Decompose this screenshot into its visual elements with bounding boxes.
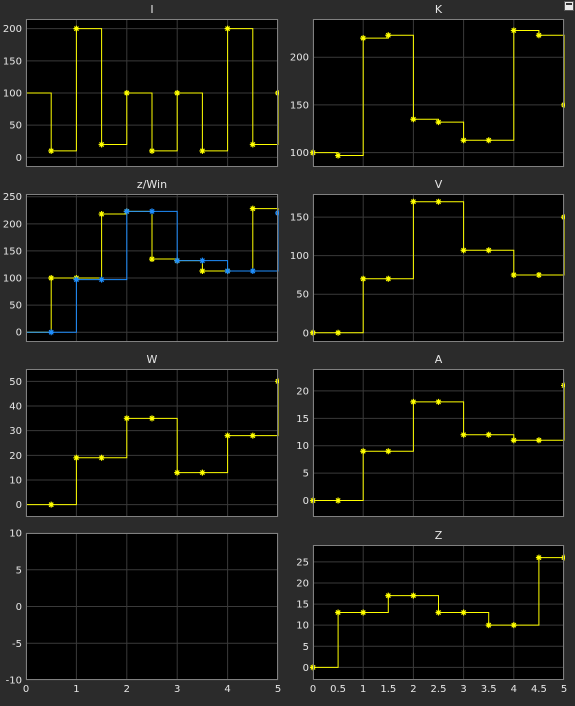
x-tick-label: 1.5 <box>380 684 396 695</box>
data-point-marker <box>535 554 542 561</box>
y-tick-label: 10 <box>296 441 309 452</box>
axes-W: 0 10 20 30 40 50 W <box>9 353 279 517</box>
data-point-marker <box>73 25 80 32</box>
undock-icon[interactable] <box>564 1 574 11</box>
data-point-marker <box>460 431 467 438</box>
y-tick-label: 100 <box>290 148 309 159</box>
y-tick-label: 50 <box>9 377 22 388</box>
y-tick-label: 25 <box>296 557 309 568</box>
y-tick-label: 250 <box>3 192 22 203</box>
y-tick-label: 100 <box>290 251 309 262</box>
y-tick-label: 30 <box>9 426 22 437</box>
y-tick-label: 50 <box>9 121 22 132</box>
y-tick-label: 50 <box>296 290 309 301</box>
y-tick-label: 150 <box>290 213 309 224</box>
axes-background <box>313 194 564 342</box>
axes-title: W <box>147 353 158 366</box>
y-tick-label: 0 <box>303 663 309 674</box>
x-tick-label: 3.5 <box>481 684 497 695</box>
x-tick-label: 2 <box>410 684 416 695</box>
y-tick-label: 150 <box>3 56 22 67</box>
axes-title: V <box>435 178 443 191</box>
y-tick-label: -5 <box>12 639 22 650</box>
x-tick-label: 0 <box>310 684 316 695</box>
axes-background <box>313 19 564 167</box>
y-tick-label: 15 <box>296 414 309 425</box>
y-tick-label: 5 <box>303 642 309 653</box>
y-tick-label: 0 <box>16 602 22 613</box>
data-point-marker <box>535 271 542 278</box>
axes-title: z/Win <box>137 178 167 191</box>
x-tick-label: 1 <box>73 684 79 695</box>
axes-K: 100 150 200 K <box>290 3 565 167</box>
y-tick-label: 100 <box>3 89 22 100</box>
x-tick-label: 3 <box>174 684 180 695</box>
data-point-marker <box>98 276 105 283</box>
scope-figure: 0 50 100 150 200 I 100 150 200 K 0 50 100 150 200 250 z/… <box>0 0 575 702</box>
data-point-marker <box>410 592 417 599</box>
data-point-marker <box>535 32 542 39</box>
y-tick-label: 200 <box>3 219 22 230</box>
y-tick-label: 10 <box>296 621 309 632</box>
data-point-marker <box>335 329 342 336</box>
x-tick-label: 4.5 <box>531 684 547 695</box>
axes-I: 0 50 100 150 200 I <box>3 3 279 167</box>
y-tick-label: 0 <box>303 496 309 507</box>
y-tick-label: 20 <box>296 578 309 589</box>
data-point-marker <box>460 609 467 616</box>
x-tick-label: 5 <box>561 684 567 695</box>
plots-svg: 050100150200I100150200K050100150200250z/… <box>3 3 567 696</box>
y-tick-label: 10 <box>9 476 22 487</box>
axes-title: A <box>435 353 443 366</box>
y-tick-label: 15 <box>296 600 309 611</box>
data-point-marker <box>48 275 55 282</box>
y-tick-label: 200 <box>290 53 309 64</box>
x-tick-label: 4 <box>511 684 517 695</box>
axes-background <box>26 369 278 517</box>
x-tick-label: 4 <box>224 684 230 695</box>
data-point-marker <box>98 211 105 218</box>
y-tick-label: 0 <box>303 328 309 339</box>
x-tick-label: 5 <box>275 684 281 695</box>
x-tick-label: 2.5 <box>431 684 447 695</box>
data-point-marker <box>435 398 442 405</box>
x-tick-label: 2 <box>124 684 130 695</box>
data-point-marker <box>48 329 55 336</box>
axes-A: 0 5 10 15 20 A <box>296 353 565 517</box>
y-tick-label: 0 <box>16 153 22 164</box>
y-tick-label: -10 <box>6 676 22 687</box>
y-tick-label: 150 <box>3 246 22 257</box>
axes-V: 0 50 100 150 V <box>290 178 565 342</box>
axes-title: I <box>150 3 153 16</box>
data-point-marker <box>435 609 442 616</box>
y-tick-label: 20 <box>9 451 22 462</box>
x-tick-label: 0 <box>23 684 29 695</box>
y-tick-label: 100 <box>3 274 22 285</box>
y-tick-label: 50 <box>9 301 22 312</box>
data-point-marker <box>335 609 342 616</box>
y-tick-label: 5 <box>303 469 309 480</box>
y-tick-label: 150 <box>290 100 309 111</box>
y-tick-label: 5 <box>16 565 22 576</box>
x-tick-label: 3 <box>460 684 466 695</box>
y-tick-label: 0 <box>16 328 22 339</box>
axes-title: K <box>435 3 443 16</box>
x-tick-label: 0.5 <box>330 684 346 695</box>
axes-title: Z <box>435 529 443 542</box>
y-tick-label: 0 <box>16 500 22 511</box>
data-point-marker <box>435 119 442 126</box>
data-point-marker <box>410 398 417 405</box>
data-point-marker <box>73 276 80 283</box>
x-tick-label: 1 <box>360 684 366 695</box>
y-tick-label: 200 <box>3 24 22 35</box>
axes-empty: -10 -5 0 5 10 0 1 2 3 4 5 <box>6 529 282 696</box>
y-tick-label: 40 <box>9 402 22 413</box>
y-tick-label: 20 <box>296 386 309 397</box>
data-point-marker <box>410 116 417 123</box>
axes-Z: 0 5 10 15 20 25 0 0.5 1 1.5 2 2.5 3 3.5 4 4.5 5 Z <box>296 529 567 695</box>
y-tick-label: 10 <box>9 529 22 540</box>
axes-zwin: 0 50 100 150 200 250 z/Win <box>3 178 279 342</box>
